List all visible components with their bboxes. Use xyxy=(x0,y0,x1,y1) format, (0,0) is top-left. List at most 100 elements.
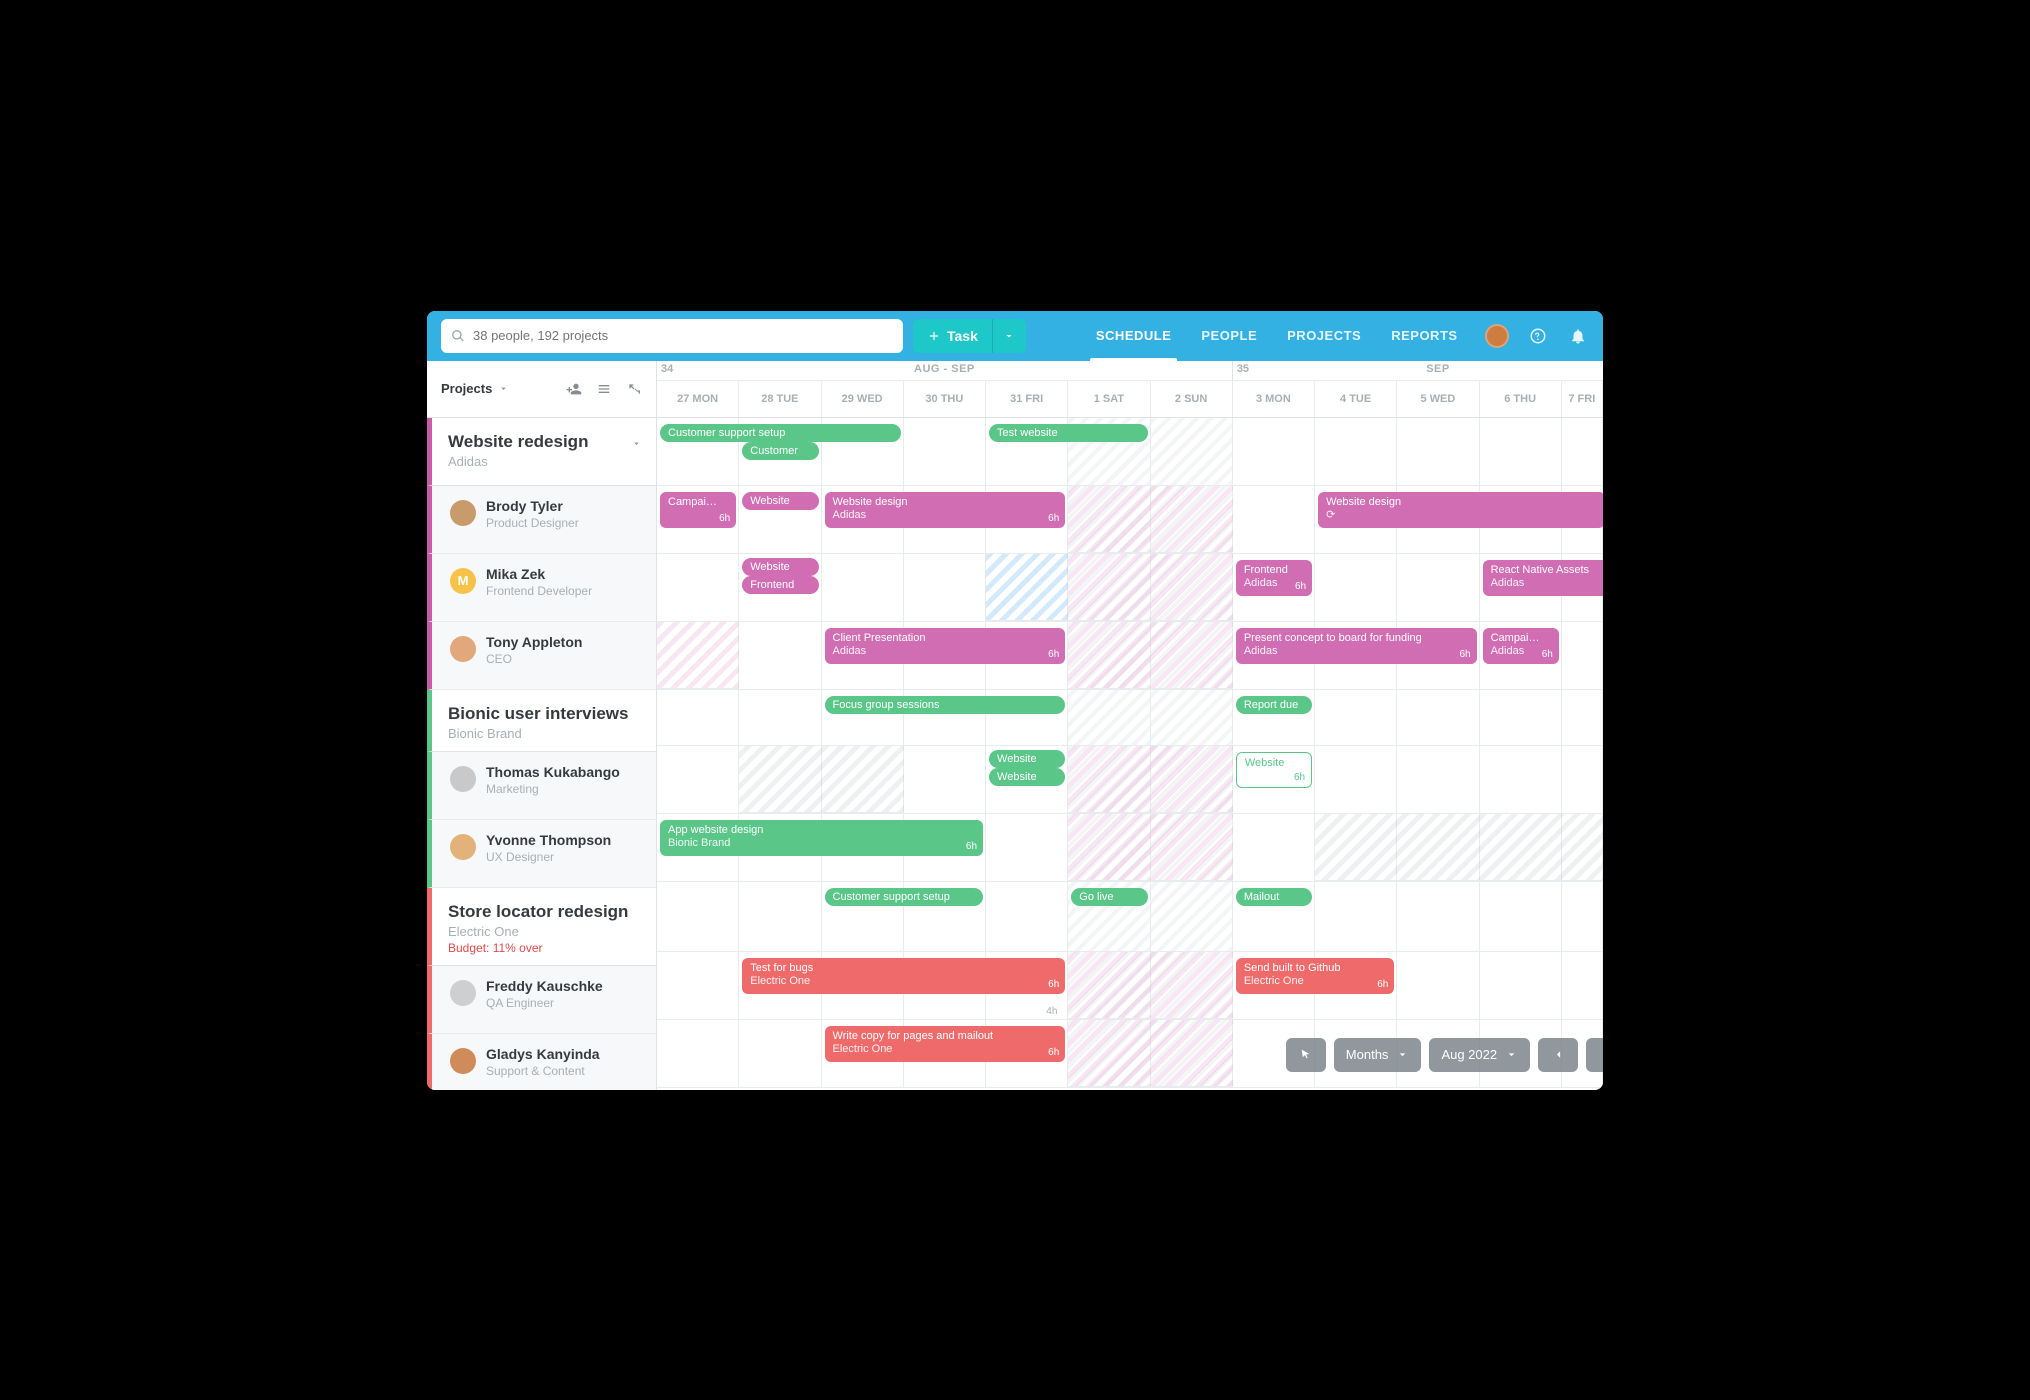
view-dropdown[interactable]: Projects xyxy=(441,381,509,396)
milestone-row: Focus group sessions Report due xyxy=(657,690,1603,746)
task[interactable]: Send built to GithubElectric One6h xyxy=(1236,958,1395,994)
day-header: 2 SUN xyxy=(1151,381,1233,417)
new-task-button[interactable]: Task xyxy=(913,319,992,353)
chevron-down-icon xyxy=(498,383,509,394)
day-header: 6 THU xyxy=(1480,381,1562,417)
schedule-row: Test for bugsElectric One6h Send built to… xyxy=(657,952,1603,1020)
project-header[interactable]: Bionic user interviewsBionic Brand xyxy=(427,690,656,752)
milestone-row: Customer support setupCustomer Test websi… xyxy=(657,418,1603,486)
hours-total: 4h xyxy=(1046,1006,1057,1017)
project-header[interactable]: Website redesignAdidas xyxy=(427,418,656,486)
zoom-select[interactable]: Months xyxy=(1334,1038,1422,1072)
unavailable-range xyxy=(1068,554,1233,621)
unavailable-range xyxy=(1068,1020,1233,1087)
new-task-label: Task xyxy=(947,328,978,344)
top-bar: Task SCHEDULE PEOPLE PROJECTS REPORTS xyxy=(427,311,1603,361)
chevron-down-icon xyxy=(1505,1048,1518,1061)
task[interactable]: Frontend xyxy=(742,576,818,594)
cursor-mode-button[interactable] xyxy=(1286,1038,1326,1072)
timeline-controls: Months Aug 2022 xyxy=(1286,1038,1603,1072)
milestone[interactable]: Focus group sessions xyxy=(825,696,1066,714)
task[interactable]: Present concept to board for fundingAdid… xyxy=(1236,628,1477,664)
person-row[interactable]: Brody TylerProduct Designer xyxy=(427,486,656,554)
user-avatar[interactable] xyxy=(1485,324,1509,348)
top-right-icons xyxy=(1485,324,1589,348)
task[interactable]: Website xyxy=(742,492,818,510)
unavailable-range xyxy=(1068,746,1233,813)
day-header: 27 MON xyxy=(657,381,739,417)
add-person-icon[interactable] xyxy=(566,381,582,397)
chevron-down-icon xyxy=(1396,1048,1409,1061)
milestone[interactable]: Customer xyxy=(742,442,818,460)
schedule-row: Campai…6h Website Website designAdidas6h We… xyxy=(657,486,1603,554)
nav-projects[interactable]: PROJECTS xyxy=(1287,311,1361,361)
bell-icon xyxy=(1569,327,1587,345)
unavailable-range xyxy=(739,746,904,813)
chevron-left-icon xyxy=(1552,1048,1565,1061)
day-header: 5 WED xyxy=(1397,381,1479,417)
timeline: 34AUG - SEP35SEP 27 MON28 TUE29 WED30 TH… xyxy=(657,361,1603,1090)
next-button[interactable] xyxy=(1586,1038,1603,1072)
unavailable-range xyxy=(1068,814,1233,881)
task[interactable]: Website xyxy=(742,558,818,576)
day-header: 4 TUE xyxy=(1315,381,1397,417)
task[interactable]: Test for bugsElectric One6h xyxy=(742,958,1065,994)
help-button[interactable] xyxy=(1527,325,1549,347)
list-icon[interactable] xyxy=(596,381,612,397)
unavailable-range xyxy=(1068,952,1233,1019)
task[interactable]: Campai…6h xyxy=(660,492,736,528)
schedule-row: WebsiteFrontend FrontendAdidas6h React Nat… xyxy=(657,554,1603,622)
new-task-dropdown[interactable] xyxy=(992,319,1026,353)
unavailable-range xyxy=(1315,814,1603,881)
search-box[interactable] xyxy=(441,319,903,353)
person-row[interactable]: MMika ZekFrontend Developer xyxy=(427,554,656,622)
nav-schedule[interactable]: SCHEDULE xyxy=(1096,311,1172,361)
nav-reports[interactable]: REPORTS xyxy=(1391,311,1457,361)
day-header: 30 THU xyxy=(904,381,986,417)
task[interactable]: Write copy for pages and mailoutElectric… xyxy=(825,1026,1066,1062)
main-nav: SCHEDULE PEOPLE PROJECTS REPORTS xyxy=(1096,311,1475,361)
chevron-down-icon xyxy=(1003,330,1015,342)
task[interactable]: Website xyxy=(989,750,1065,768)
task[interactable]: React Native AssetsAdidas6h xyxy=(1483,560,1603,596)
task[interactable]: Website design⟳ xyxy=(1318,492,1603,528)
schedule-row: WebsiteWebsite Website6h xyxy=(657,746,1603,814)
day-header: 29 WED xyxy=(822,381,904,417)
period-select[interactable]: Aug 2022 xyxy=(1429,1038,1530,1072)
task[interactable]: Website designAdidas6h xyxy=(825,492,1066,528)
person-row[interactable]: Tony AppletonCEO xyxy=(427,622,656,690)
task[interactable]: App website designBionic Brand6h xyxy=(660,820,983,856)
day-header: 3 MON xyxy=(1233,381,1315,417)
person-row[interactable]: Freddy KauschkeQA Engineer xyxy=(427,966,656,1034)
person-row[interactable]: Thomas KukabangoMarketing xyxy=(427,752,656,820)
milestone-row: Customer support setup Go live Mailout xyxy=(657,882,1603,952)
task[interactable]: FrontendAdidas6h xyxy=(1236,560,1312,596)
schedule-row: App website designBionic Brand6h xyxy=(657,814,1603,882)
milestone[interactable]: Report due xyxy=(1236,696,1312,714)
nav-people[interactable]: PEOPLE xyxy=(1201,311,1257,361)
project-header[interactable]: Store locator redesignElectric OneBudget… xyxy=(427,888,656,966)
day-header: 28 TUE xyxy=(739,381,821,417)
search-input[interactable] xyxy=(473,328,893,343)
task[interactable]: Campai…Adidas6h xyxy=(1483,628,1559,664)
notifications-button[interactable] xyxy=(1567,325,1589,347)
expand-icon[interactable] xyxy=(626,381,642,397)
task[interactable]: Website6h xyxy=(1236,752,1312,788)
plus-icon xyxy=(927,329,941,343)
view-dropdown-label: Projects xyxy=(441,381,492,396)
task[interactable]: Client PresentationAdidas6h xyxy=(825,628,1066,664)
task[interactable]: Website xyxy=(989,768,1065,786)
milestone[interactable]: Test website xyxy=(989,424,1148,442)
prev-button[interactable] xyxy=(1538,1038,1578,1072)
day-header: 7 FRI xyxy=(1562,381,1603,417)
chevron-down-icon[interactable] xyxy=(631,438,642,449)
person-row[interactable]: Yvonne ThompsonUX Designer xyxy=(427,820,656,888)
milestone[interactable]: Go live xyxy=(1071,888,1147,906)
milestone[interactable]: Mailout xyxy=(1236,888,1312,906)
day-header: 1 SAT xyxy=(1068,381,1150,417)
person-row[interactable]: Gladys KanyindaSupport & Content xyxy=(427,1034,656,1090)
search-icon xyxy=(451,329,465,343)
milestone[interactable]: Customer support setup xyxy=(660,424,901,442)
week-header: 35SEP xyxy=(1233,361,1603,380)
milestone[interactable]: Customer support setup xyxy=(825,888,984,906)
